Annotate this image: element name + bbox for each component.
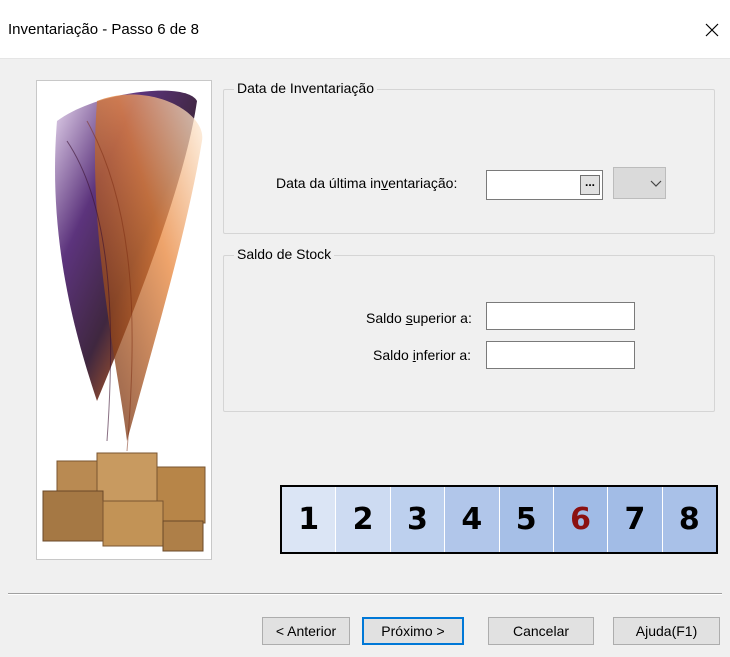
lower-balance-label: Saldo inferior a: [373, 347, 471, 363]
upper-balance-label: Saldo superior a: [366, 310, 472, 326]
step-3: 3 [390, 487, 446, 552]
footer-separator [8, 593, 722, 595]
step-4: 4 [445, 487, 500, 552]
next-button[interactable]: Próximo > [362, 617, 464, 645]
lower-balance-label-text-b: nferior a: [415, 347, 472, 363]
upper-balance-field[interactable] [486, 302, 635, 330]
inventory-date-group: Data de Inventariação [223, 80, 715, 234]
stock-balance-group: Saldo de Stock [223, 246, 715, 412]
last-inventory-label: Data da última inventariação: [276, 175, 457, 191]
step-7: 7 [608, 487, 663, 552]
last-inventory-label-accesskey: v [381, 175, 389, 191]
close-button[interactable] [694, 15, 730, 45]
step-8: 8 [662, 487, 716, 552]
window-title: Inventariação - Passo 6 de 8 [8, 21, 199, 38]
wizard-step-indicator: 1 2 3 4 5 6 7 8 [280, 485, 718, 554]
lower-balance-field[interactable] [486, 341, 635, 369]
step-5: 5 [499, 487, 554, 552]
upper-balance-label-accesskey: s [405, 310, 413, 326]
lower-balance-label-text-a: Saldo [373, 347, 413, 363]
wizard-side-image [36, 80, 212, 560]
chevron-down-icon [650, 180, 662, 187]
step-2: 2 [336, 487, 391, 552]
close-icon [705, 23, 719, 37]
step-6-current: 6 [553, 487, 609, 552]
date-browse-button[interactable]: ... [580, 175, 600, 195]
upper-balance-label-text-b: uperior a: [412, 310, 472, 326]
date-dropdown[interactable] [613, 167, 666, 199]
inventory-date-group-legend: Data de Inventariação [234, 80, 377, 96]
feather-boxes-illustration [42, 90, 206, 552]
previous-button[interactable]: < Anterior [262, 617, 350, 645]
step-1: 1 [282, 487, 337, 552]
last-inventory-label-text-a: Data da última in [276, 175, 382, 191]
upper-balance-label-text-a: Saldo [366, 310, 406, 326]
title-bar: Inventariação - Passo 6 de 8 [0, 0, 730, 59]
cancel-button[interactable]: Cancelar [488, 617, 594, 645]
last-inventory-label-text-b: entariação: [388, 175, 458, 191]
stock-balance-group-legend: Saldo de Stock [234, 246, 335, 262]
help-button[interactable]: Ajuda(F1) [613, 617, 720, 645]
